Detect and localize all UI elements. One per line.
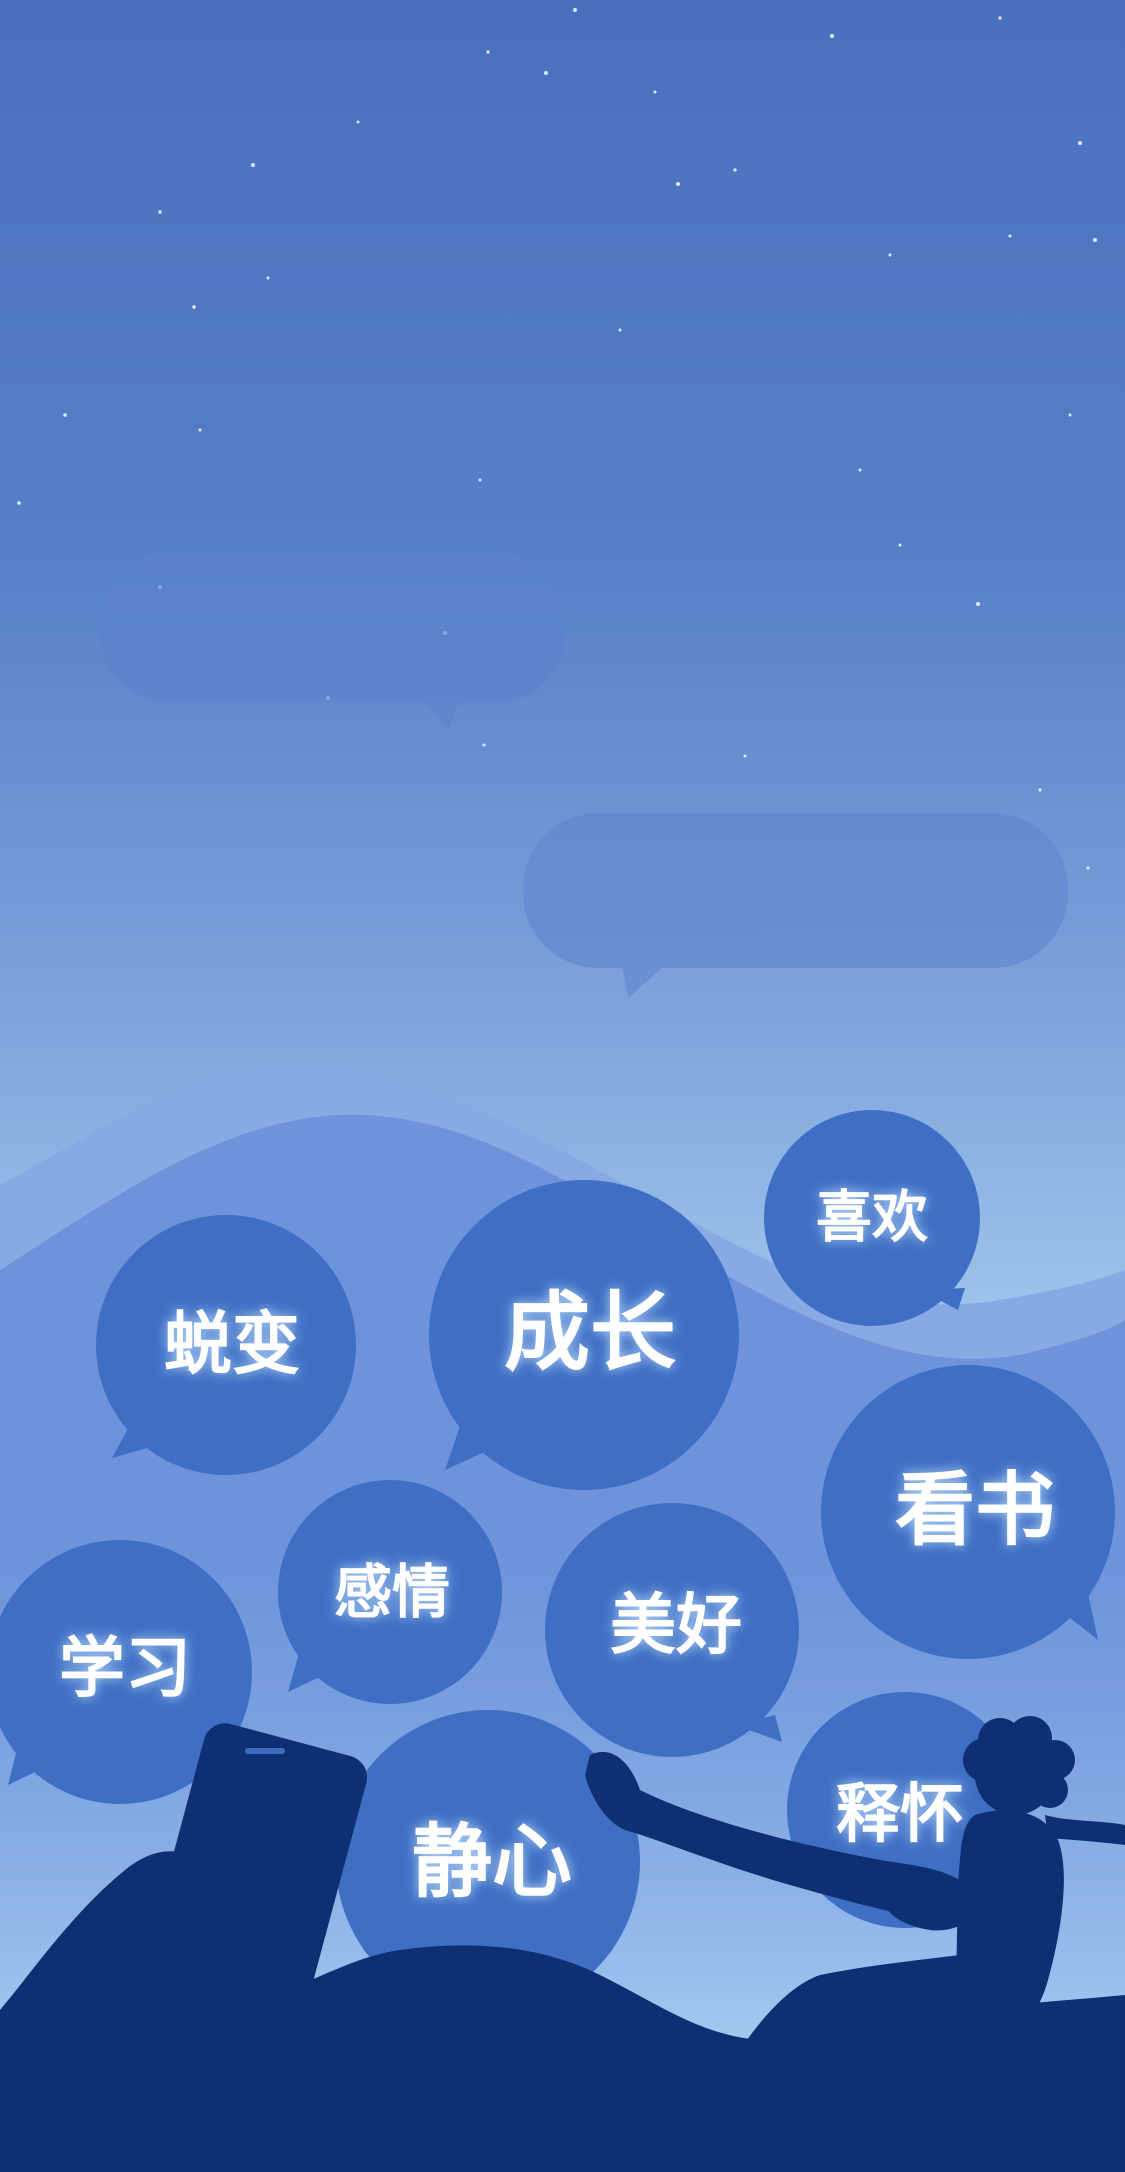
wallpaper-scene: 喜欢 蜕变 成长 看书 感情 美好 学习 静心 释怀 (0, 0, 1125, 2172)
bubble-label: 静心 (412, 1816, 572, 1909)
bubble-label: 蜕变 (164, 1306, 300, 1385)
bubble-label: 看书 (895, 1464, 1055, 1557)
bubble-label: 感情 (334, 1558, 450, 1626)
bubble-label: 学习 (59, 1630, 191, 1707)
bubble-label: 成长 (504, 1283, 676, 1383)
bubble-chengzhang: 成长 (429, 1180, 739, 1490)
bubble-tuibian: 蜕变 (96, 1215, 356, 1475)
bubble-label: 释怀 (836, 1778, 964, 1852)
bubble-ganqing: 感情 (278, 1480, 502, 1704)
bubble-label: 喜欢 (816, 1186, 928, 1251)
bubble-xihuan: 喜欢 (764, 1110, 980, 1326)
bubble-meihao: 美好 (545, 1503, 799, 1757)
bubble-label: 美好 (610, 1587, 742, 1664)
bubble-kanshu: 看书 (821, 1365, 1115, 1659)
